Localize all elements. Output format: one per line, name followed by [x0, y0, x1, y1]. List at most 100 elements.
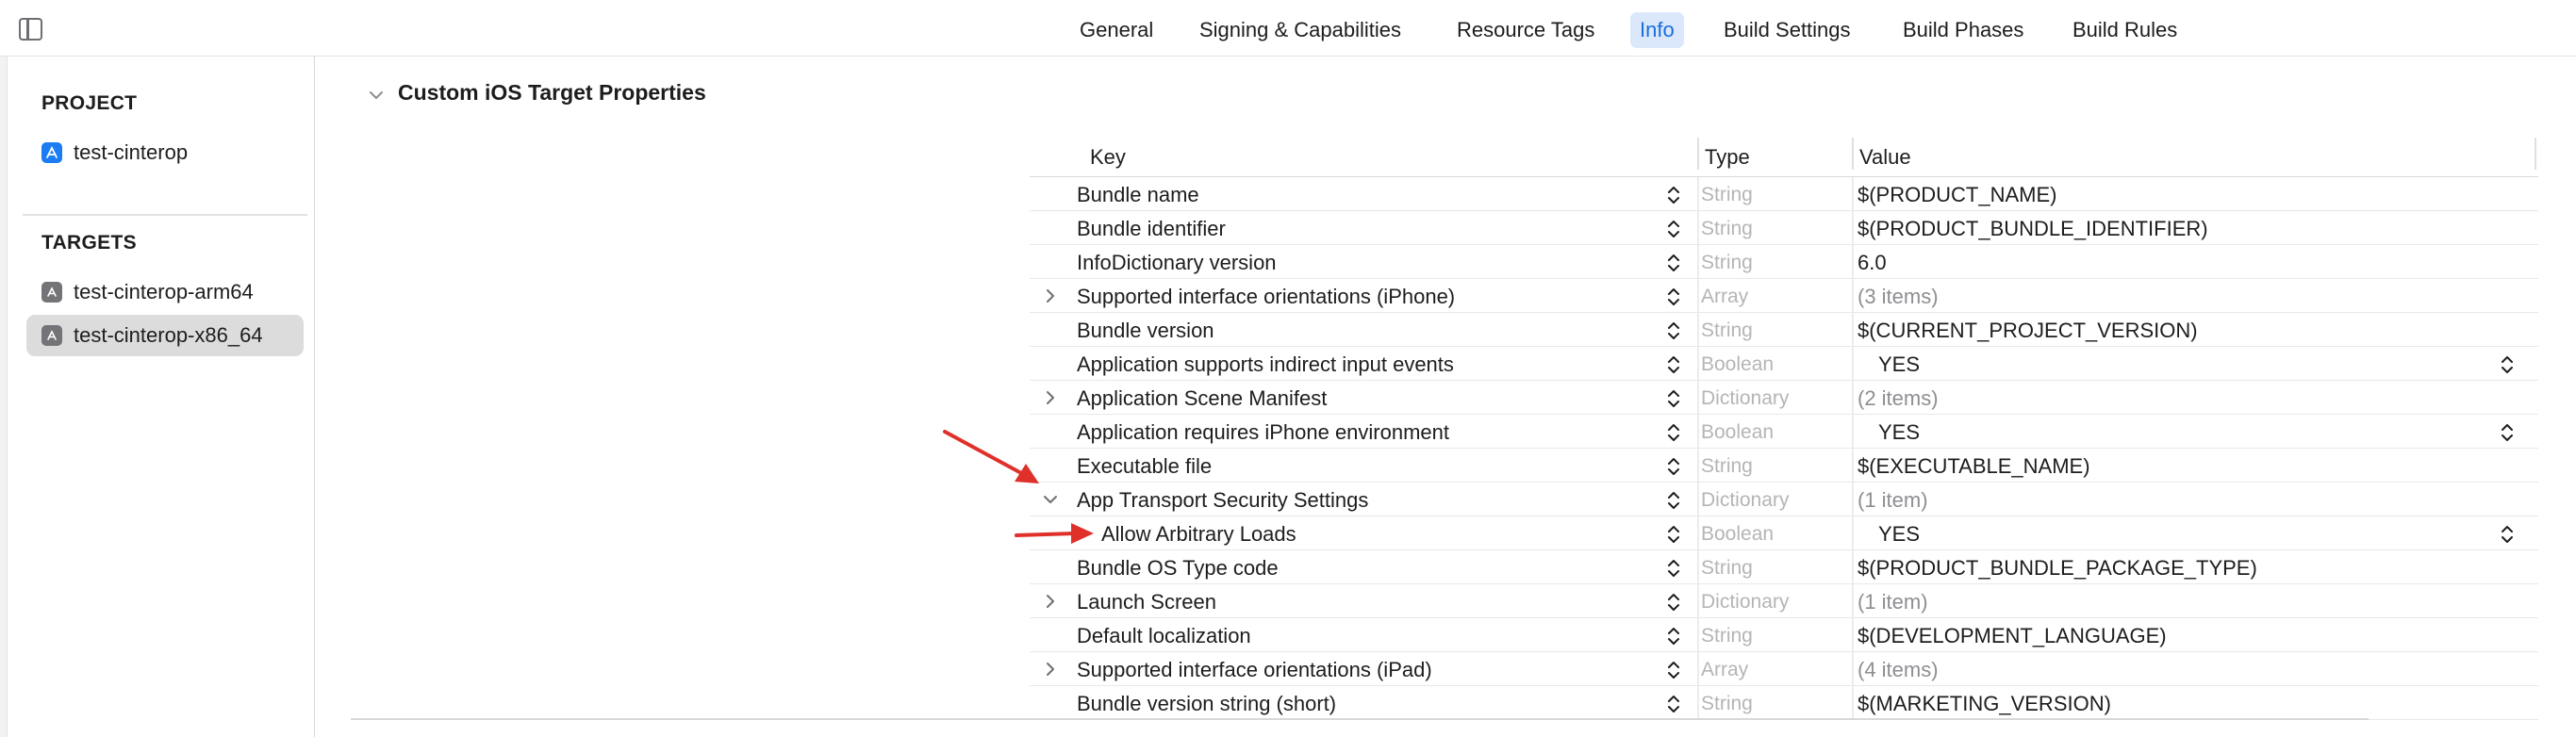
table-row[interactable]: Application Scene Manifest Dictionary (2 i…	[1030, 381, 2538, 415]
table-row[interactable]: Bundle identifier String $(PRODUCT_BUNDLE_…	[1030, 211, 2538, 245]
up-down-stepper-icon[interactable]	[1667, 455, 1680, 478]
row-value[interactable]: (2 items)	[1858, 386, 1939, 411]
row-type[interactable]: String	[1701, 184, 1753, 206]
up-down-stepper-icon[interactable]	[1667, 387, 1680, 410]
row-value[interactable]: $(CURRENT_PROJECT_VERSION)	[1858, 319, 2198, 343]
table-row[interactable]: Launch Screen Dictionary (1 item)	[1030, 584, 2538, 618]
tab-build-rules[interactable]: Build Rules	[2063, 12, 2187, 48]
up-down-stepper-icon[interactable]	[1667, 523, 1680, 546]
up-down-stepper-icon[interactable]	[1667, 591, 1680, 614]
row-value-popup[interactable]: YES	[1878, 522, 1920, 547]
tab-info[interactable]: Info	[1630, 12, 1684, 48]
row-key[interactable]: Application Scene Manifest	[1077, 386, 1327, 411]
row-key[interactable]: Default localization	[1077, 624, 1251, 648]
row-key[interactable]: Bundle name	[1077, 183, 1199, 207]
row-key[interactable]: Bundle version string (short)	[1077, 692, 1336, 716]
row-value[interactable]: (1 item)	[1858, 488, 1928, 513]
table-row[interactable]: Bundle version String $(CURRENT_PROJECT_VE…	[1030, 313, 2538, 347]
row-key[interactable]: Application requires iPhone environment	[1077, 420, 1449, 445]
tab-build-settings[interactable]: Build Settings	[1714, 12, 1860, 48]
row-key[interactable]: InfoDictionary version	[1077, 251, 1277, 275]
up-down-stepper-icon[interactable]	[2501, 421, 2514, 444]
row-type[interactable]: Boolean	[1701, 523, 1774, 546]
row-type[interactable]: String	[1701, 319, 1753, 342]
row-key[interactable]: Allow Arbitrary Loads	[1101, 522, 1296, 547]
up-down-stepper-icon[interactable]	[1667, 557, 1680, 580]
row-value-popup[interactable]: YES	[1878, 420, 1920, 445]
up-down-stepper-icon[interactable]	[2501, 353, 2514, 376]
row-type[interactable]: String	[1701, 693, 1753, 715]
row-type[interactable]: Dictionary	[1701, 387, 1789, 410]
tab-build-phases[interactable]: Build Phases	[1893, 12, 2033, 48]
row-value[interactable]: $(MARKETING_VERSION)	[1858, 692, 2111, 716]
tab-signing-capabilities[interactable]: Signing & Capabilities	[1190, 12, 1411, 48]
row-key[interactable]: Application supports indirect input even…	[1077, 352, 1454, 377]
row-type[interactable]: Array	[1701, 659, 1748, 681]
chevron-down-icon[interactable]	[366, 85, 387, 106]
row-key[interactable]: Bundle version	[1077, 319, 1214, 343]
up-down-stepper-icon[interactable]	[1667, 252, 1680, 274]
row-value[interactable]: $(PRODUCT_BUNDLE_IDENTIFIER)	[1858, 217, 2208, 241]
row-type[interactable]: String	[1701, 557, 1753, 580]
up-down-stepper-icon[interactable]	[1667, 286, 1680, 308]
row-type[interactable]: String	[1701, 455, 1753, 478]
row-type[interactable]: String	[1701, 252, 1753, 274]
row-type[interactable]: Dictionary	[1701, 591, 1789, 614]
column-header-type[interactable]: Type	[1705, 145, 1750, 170]
up-down-stepper-icon[interactable]	[1667, 353, 1680, 376]
row-type[interactable]: Dictionary	[1701, 489, 1789, 512]
row-type[interactable]: Boolean	[1701, 421, 1774, 444]
up-down-stepper-icon[interactable]	[2501, 523, 2514, 546]
row-value[interactable]: (1 item)	[1858, 590, 1928, 614]
up-down-stepper-icon[interactable]	[1667, 421, 1680, 444]
table-row[interactable]: Bundle OS Type code String $(PRODUCT_BUNDL…	[1030, 550, 2538, 584]
row-key[interactable]: Bundle OS Type code	[1077, 556, 1279, 581]
row-type[interactable]: Boolean	[1701, 353, 1774, 376]
sidebar-item-project[interactable]: test-cinterop	[26, 132, 304, 173]
row-value[interactable]: $(PRODUCT_BUNDLE_PACKAGE_TYPE)	[1858, 556, 2257, 581]
table-row[interactable]: App Transport Security Settings Dictionar…	[1030, 483, 2538, 516]
up-down-stepper-icon[interactable]	[1667, 659, 1680, 681]
up-down-stepper-icon[interactable]	[1667, 184, 1680, 206]
table-row[interactable]: Allow Arbitrary Loads Boolean YES	[1030, 516, 2538, 550]
row-value[interactable]: 6.0	[1858, 251, 1887, 275]
row-value[interactable]: $(DEVELOPMENT_LANGUAGE)	[1858, 624, 2167, 648]
sidebar-item-target-arm64[interactable]: test-cinterop-arm64	[26, 271, 304, 313]
table-row[interactable]: Supported interface orientations (iPhone…	[1030, 279, 2538, 313]
up-down-stepper-icon[interactable]	[1667, 218, 1680, 240]
table-row[interactable]: Default localization String $(DEVELOPMENT_…	[1030, 618, 2538, 652]
row-key[interactable]: Executable file	[1077, 454, 1212, 479]
row-key[interactable]: Supported interface orientations (iPhone…	[1077, 285, 1455, 309]
row-value[interactable]: $(EXECUTABLE_NAME)	[1858, 454, 2090, 479]
up-down-stepper-icon[interactable]	[1667, 625, 1680, 647]
up-down-stepper-icon[interactable]	[1667, 319, 1680, 342]
up-down-stepper-icon[interactable]	[1667, 489, 1680, 512]
row-value[interactable]: (4 items)	[1858, 658, 1939, 682]
table-row[interactable]: Executable file String $(EXECUTABLE_NAME)	[1030, 449, 2538, 483]
table-row[interactable]: Application supports indirect input even…	[1030, 347, 2538, 381]
table-row[interactable]: Bundle name String $(PRODUCT_NAME)	[1030, 177, 2538, 211]
row-key[interactable]: Launch Screen	[1077, 590, 1216, 614]
column-header-value[interactable]: Value	[1859, 145, 1911, 170]
row-type[interactable]: String	[1701, 625, 1753, 647]
column-header-key[interactable]: Key	[1090, 145, 1126, 170]
row-key[interactable]: Supported interface orientations (iPad)	[1077, 658, 1432, 682]
table-row[interactable]: Supported interface orientations (iPad) A…	[1030, 652, 2538, 686]
row-type[interactable]: String	[1701, 218, 1753, 240]
row-value[interactable]: $(PRODUCT_NAME)	[1858, 183, 2056, 207]
row-key[interactable]: Bundle identifier	[1077, 217, 1226, 241]
tab-resource-tags[interactable]: Resource Tags	[1447, 12, 1604, 48]
sidebar-item-target-x86-64[interactable]: test-cinterop-x86_64	[26, 315, 304, 356]
table-row[interactable]: InfoDictionary version String 6.0	[1030, 245, 2538, 279]
tab-general[interactable]: General	[1070, 12, 1163, 48]
up-down-stepper-icon[interactable]	[1667, 693, 1680, 715]
chevron-right-icon[interactable]	[1041, 287, 1060, 305]
row-value-popup[interactable]: YES	[1878, 352, 1920, 377]
chevron-right-icon[interactable]	[1041, 592, 1060, 611]
row-type[interactable]: Array	[1701, 286, 1748, 308]
chevron-right-icon[interactable]	[1041, 388, 1060, 407]
chevron-down-icon[interactable]	[1041, 490, 1060, 509]
table-row[interactable]: Bundle version string (short) String $(MAR…	[1030, 686, 2538, 720]
chevron-right-icon[interactable]	[1041, 660, 1060, 679]
row-key[interactable]: App Transport Security Settings	[1077, 488, 1368, 513]
